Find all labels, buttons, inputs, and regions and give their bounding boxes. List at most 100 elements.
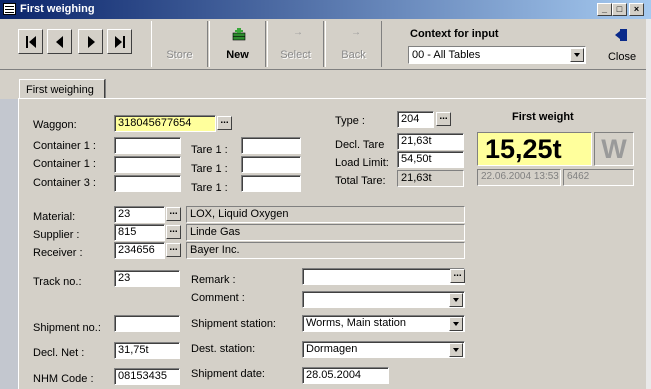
decl-tare-label: Decl. Tare [335,139,385,151]
type-label: Type : [335,115,365,127]
tare2-input[interactable] [241,156,301,173]
supplier-code-input[interactable]: 815 [114,224,165,241]
tare3-input[interactable] [241,175,301,192]
shipment-station-value: Worms, Main station [306,317,407,329]
toolbar: Store New → Select → Back Context for in… [0,19,651,70]
tab-bar: First weighing [0,71,651,100]
load-limit-label: Load Limit: [335,157,389,169]
decl-net-label: Decl. Net : [33,347,85,359]
container1-input[interactable] [114,137,181,154]
tab-first-weighing[interactable]: First weighing [19,79,105,100]
context-value: 00 - All Tables [412,49,481,61]
new-button[interactable]: New [209,21,266,67]
total-tare-label: Total Tare: [335,175,386,187]
total-tare-value: 21,63t [397,170,464,187]
tare3-label: Tare 1 : [191,182,228,194]
remark-lookup-button[interactable]: ... [450,269,465,283]
type-lookup-button[interactable]: ... [436,112,451,126]
material-name: LOX, Liquid Oxygen [186,206,465,223]
shipment-station-label: Shipment station: [191,318,276,330]
tab-divider [105,79,106,99]
first-weight-value: 15,25t [477,132,592,166]
waggon-label: Waggon: [33,119,77,131]
shipment-date-input[interactable]: 28.05.2004 [302,367,389,384]
type-input[interactable]: 204 [397,111,434,128]
nhm-label: NHM Code : [33,373,94,385]
dest-station-value: Dormagen [306,343,358,355]
back-button[interactable]: → Back [325,21,382,67]
remark-label: Remark : [191,274,236,286]
container2-input[interactable] [114,156,181,173]
chevron-down-icon[interactable] [449,293,463,307]
material-label: Material: [33,211,76,223]
chevron-down-icon[interactable] [570,48,584,62]
track-input[interactable]: 23 [114,270,180,287]
maximize-button[interactable]: □ [612,3,627,16]
select-arrow-icon: → [293,27,303,38]
supplier-name: Linde Gas [186,224,465,241]
chevron-down-icon[interactable] [449,317,463,331]
material-lookup-button[interactable]: ... [166,207,181,221]
load-limit-input[interactable]: 54,50t [397,151,464,168]
minimize-button[interactable]: _ [597,3,612,16]
left-margin [0,99,18,389]
nhm-input[interactable]: 08153435 [114,368,180,385]
close-door-icon [615,29,627,41]
last-record-button[interactable] [107,29,132,54]
title-bar: First weighing _ □ × [0,0,651,19]
dest-station-label: Dest. station: [191,343,256,355]
first-record-icon [26,36,36,48]
material-code-input[interactable]: 23 [114,206,165,223]
select-label: Select [280,49,311,61]
store-label: Store [166,49,193,61]
decl-tare-input[interactable]: 21,63t [397,133,464,150]
comment-label: Comment : [191,292,245,304]
container3-input[interactable] [114,175,181,192]
back-arrow-icon: → [351,27,361,38]
app-window: First weighing _ □ × Store New → Select … [0,0,651,389]
receiver-label: Receiver : [33,247,83,259]
track-label: Track no.: [33,276,82,288]
next-record-button[interactable] [78,29,103,54]
waggon-input[interactable]: 318045677654 [114,115,216,132]
previous-record-button[interactable] [47,29,72,54]
receiver-lookup-button[interactable]: ... [166,243,181,257]
new-label: New [226,49,249,61]
supplier-lookup-button[interactable]: ... [166,225,181,239]
context-label: Context for input [410,28,499,40]
close-button[interactable]: Close [595,21,649,67]
container2-label: Container 1 : [33,158,96,170]
weigh-id: 6462 [563,169,634,186]
close-window-button[interactable]: × [629,3,644,16]
first-record-button[interactable] [18,29,43,54]
context-select[interactable]: 00 - All Tables [408,46,586,64]
store-button[interactable]: Store [151,21,208,67]
shipment-station-select[interactable]: Worms, Main station [302,315,465,332]
receiver-name: Bayer Inc. [186,242,465,259]
right-edge [646,19,651,389]
container1-label: Container 1 : [33,140,96,152]
select-button[interactable]: → Select [267,21,324,67]
supplier-label: Supplier : [33,229,80,241]
weigh-datetime: 22.06.2004 13:53 [477,169,561,186]
decl-net-input[interactable]: 31,75t [114,342,180,359]
back-label: Back [341,49,366,61]
close-label: Close [607,51,637,63]
tare1-label: Tare 1 : [191,144,228,156]
comment-select[interactable] [302,291,465,308]
remark-input[interactable] [302,268,465,285]
receiver-code-input[interactable]: 234656 [114,242,165,259]
waggon-lookup-button[interactable]: ... [217,116,232,130]
shipment-date-label: Shipment date: [191,368,265,380]
first-weight-unit: W [594,132,634,166]
dest-station-select[interactable]: Dormagen [302,341,465,358]
previous-record-icon [56,36,63,48]
window-icon [3,3,16,15]
new-record-icon [232,28,246,41]
window-title: First weighing [20,3,95,15]
chevron-down-icon[interactable] [449,343,463,357]
shipment-no-input[interactable] [114,315,180,332]
tab-first-weighing-label: First weighing [26,84,94,96]
tare1-input[interactable] [241,137,301,154]
next-record-icon [88,36,95,48]
